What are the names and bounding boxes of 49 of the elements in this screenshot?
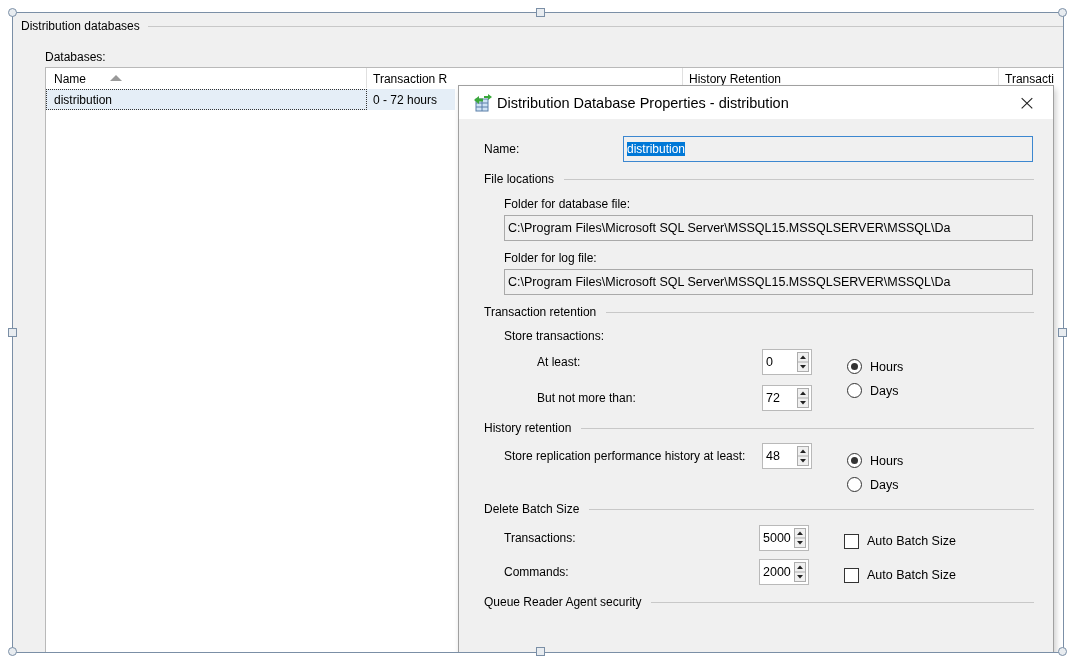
section-title: History retention [484, 421, 572, 435]
up-down-arrows-icon[interactable] [794, 562, 806, 582]
number-spinner[interactable]: 48 [762, 443, 812, 469]
radio-option[interactable]: Days [847, 383, 904, 398]
checkbox[interactable]: Auto Batch Size [844, 567, 956, 583]
field-label: Commands: [504, 565, 570, 579]
up-down-arrows-icon[interactable] [797, 388, 809, 408]
section-title: Queue Reader Agent security [484, 595, 642, 609]
resize-handle-icon[interactable] [8, 8, 17, 17]
field-label: At least: [537, 355, 582, 369]
radio-option[interactable]: Hours [847, 453, 904, 468]
field-label: Store replication performance history at least: [504, 449, 747, 463]
table-cell[interactable]: distribution [46, 89, 367, 110]
field-label: But not more than: [537, 391, 637, 405]
number-spinner[interactable]: 0 [762, 349, 812, 375]
field-label: Folder for database file: [504, 197, 632, 211]
column-header[interactable]: Name [46, 68, 367, 88]
resize-handle-icon[interactable] [1058, 328, 1067, 337]
number-spinner[interactable]: 5000 [759, 525, 809, 551]
radio-option[interactable]: Days [847, 477, 904, 492]
checkbox[interactable]: Auto Batch Size [844, 533, 956, 549]
up-down-arrows-icon[interactable] [797, 446, 809, 466]
path-field[interactable]: C:\Program Files\Microsoft SQL Server\MSSQL15.MSSQLSERVER\MSSQL\Da [504, 215, 1033, 241]
group-title: Distribution databases [21, 19, 140, 33]
section-title: Transaction retention [484, 305, 597, 319]
database-icon [473, 93, 493, 112]
resize-handle-icon[interactable] [536, 647, 545, 656]
resize-handle-icon[interactable] [8, 647, 17, 656]
field-label: Name: [484, 142, 521, 156]
number-spinner[interactable]: 72 [762, 385, 812, 411]
field-label: Transactions: [504, 531, 577, 545]
window-title: Distribution Database Properties - distribution [497, 94, 790, 111]
up-down-arrows-icon[interactable] [794, 528, 806, 548]
up-down-arrows-icon[interactable] [797, 352, 809, 372]
name-field[interactable]: distribution [623, 136, 1033, 162]
resize-handle-icon[interactable] [1058, 8, 1067, 17]
path-field[interactable]: C:\Program Files\Microsoft SQL Server\MSSQL15.MSSQLSERVER\MSSQL\Da [504, 269, 1033, 295]
table-cell: 0 - 72 hours [367, 89, 455, 110]
field-label: Folder for log file: [504, 251, 598, 265]
field-label: Store transactions: [503, 329, 606, 343]
resize-handle-icon[interactable] [1058, 647, 1067, 656]
list-label: Databases: [45, 50, 107, 64]
resize-handle-icon[interactable] [8, 328, 17, 337]
radio-option[interactable]: Hours [847, 359, 904, 374]
section-title: Delete Batch Size [484, 502, 580, 516]
close-button[interactable]: × [1005, 85, 1049, 120]
section-title: File locations [484, 172, 555, 186]
resize-handle-icon[interactable] [536, 8, 545, 17]
number-spinner[interactable]: 2000 [759, 559, 809, 585]
